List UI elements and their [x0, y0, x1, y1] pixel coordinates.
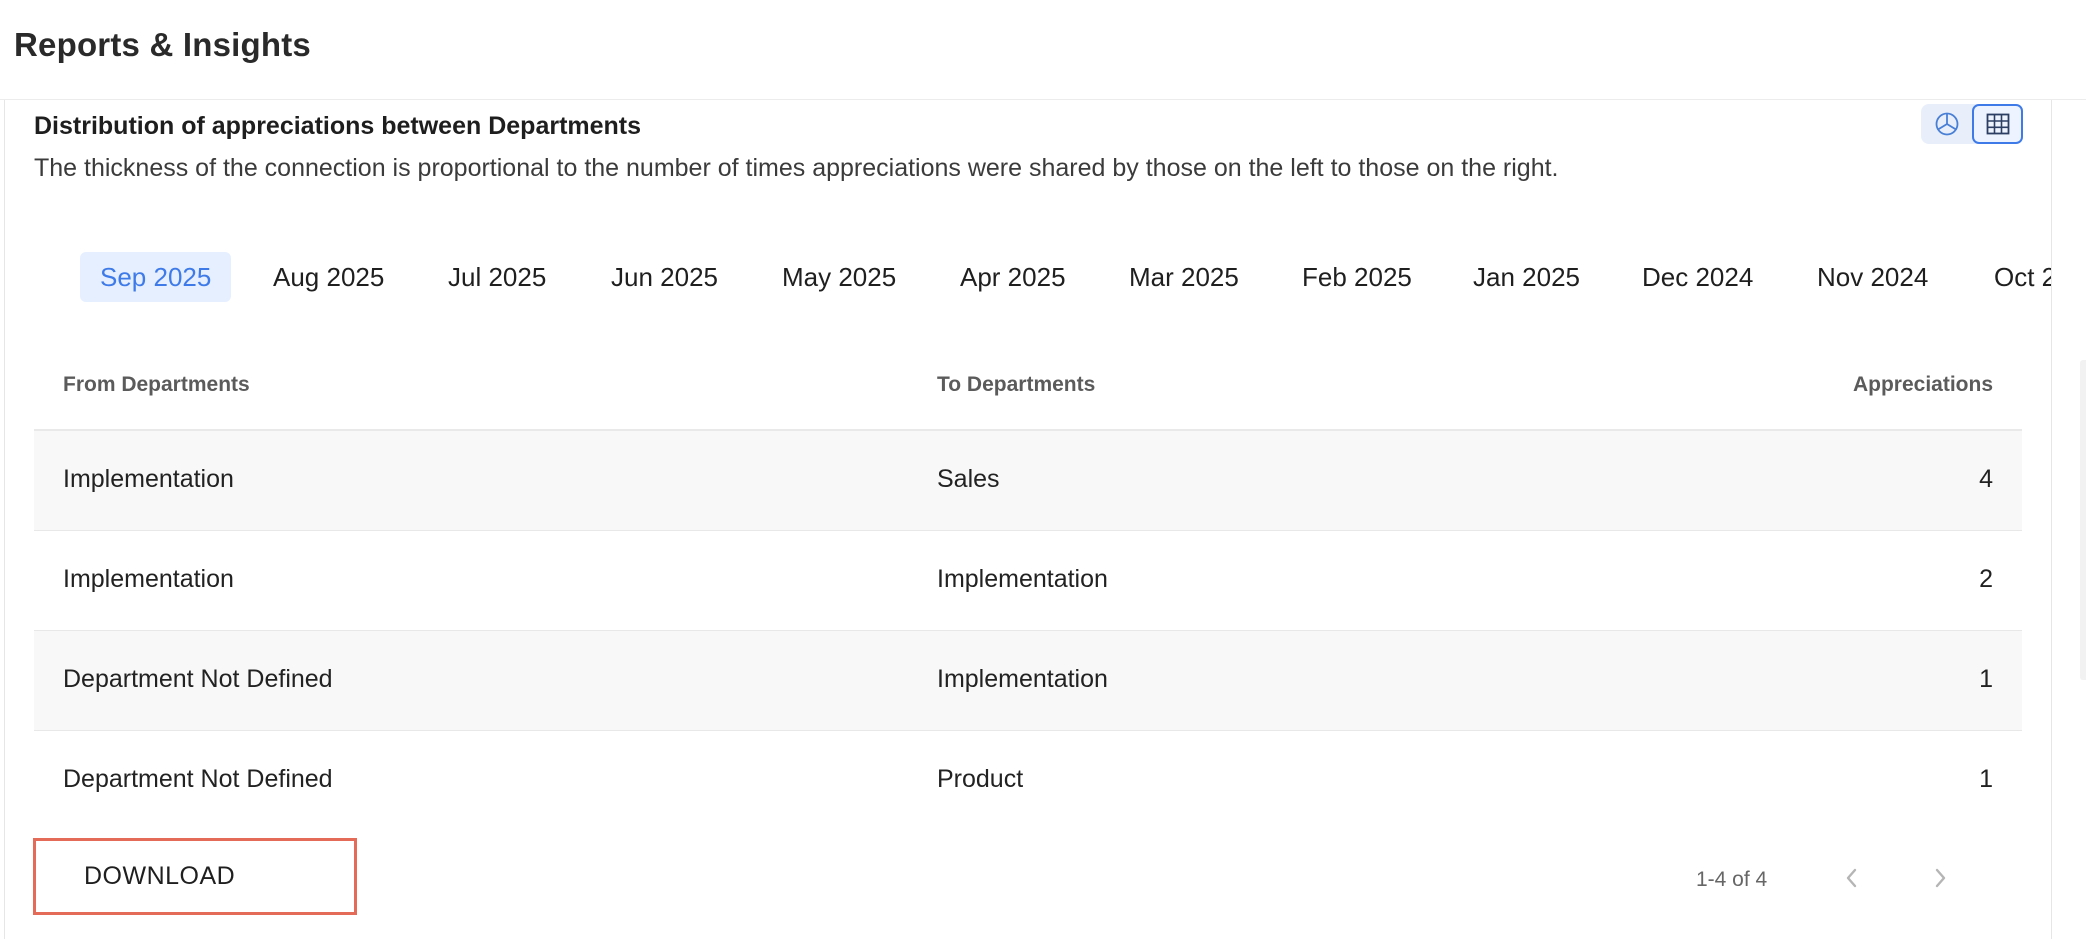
- cell-to: Sales: [937, 465, 1000, 493]
- cell-count: 4: [1979, 465, 1993, 493]
- tab-aug-2025[interactable]: Aug 2025: [253, 252, 404, 302]
- cell-from: Implementation: [63, 565, 234, 593]
- cell-to: Implementation: [937, 565, 1108, 593]
- header-from-departments[interactable]: From Departments: [63, 373, 250, 397]
- previous-page-button[interactable]: [1832, 858, 1872, 898]
- tab-apr-2025[interactable]: Apr 2025: [940, 252, 1086, 302]
- tab-jan-2025[interactable]: Jan 2025: [1453, 252, 1600, 302]
- tab-sep-2025[interactable]: Sep 2025: [80, 252, 232, 302]
- scroll-edge: [2080, 360, 2086, 680]
- table-grid-icon: [1986, 113, 2009, 135]
- cell-to: Implementation: [937, 665, 1108, 693]
- tab-nov-2024[interactable]: Nov 2024: [1797, 252, 1948, 302]
- page-title: Reports & Insights: [14, 26, 311, 63]
- header-to-departments[interactable]: To Departments: [937, 373, 1095, 397]
- cell-count: 2: [1979, 565, 1993, 593]
- chevron-right-icon: [1935, 868, 1946, 888]
- month-tabs: Sep 2025 Aug 2025 Jul 2025 Jun 2025 May …: [5, 248, 2051, 308]
- right-gutter: [2052, 100, 2086, 939]
- tab-mar-2025[interactable]: Mar 2025: [1109, 252, 1259, 302]
- cell-count: 1: [1979, 765, 1993, 793]
- pie-chart-icon: [1935, 112, 1958, 136]
- tab-jul-2025[interactable]: Jul 2025: [428, 252, 566, 302]
- cell-from: Department Not Defined: [63, 665, 333, 693]
- cell-from: Implementation: [63, 465, 234, 493]
- cell-from: Department Not Defined: [63, 765, 333, 793]
- table-view-button[interactable]: [1972, 104, 2023, 144]
- tab-may-2025[interactable]: May 2025: [762, 252, 916, 302]
- cell-to: Product: [937, 765, 1024, 793]
- pagination-range: 1-4 of 4: [1696, 868, 1768, 891]
- appreciations-table: From Departments To Departments Apprecia…: [34, 340, 2022, 831]
- table-header: From Departments To Departments Apprecia…: [34, 340, 2022, 431]
- table-row: Department Not Defined Product 1: [34, 731, 2022, 831]
- table-row: Department Not Defined Implementation 1: [34, 631, 2022, 731]
- tab-dec-2024[interactable]: Dec 2024: [1622, 252, 1773, 302]
- tab-jun-2025[interactable]: Jun 2025: [591, 252, 738, 302]
- chevron-left-icon: [1846, 868, 1857, 888]
- header-appreciations[interactable]: Appreciations: [1853, 373, 1993, 397]
- card-title: Distribution of appreciations between De…: [34, 112, 642, 140]
- next-page-button[interactable]: [1920, 858, 1960, 898]
- card-description: The thickness of the connection is propo…: [34, 154, 1559, 182]
- tab-feb-2025[interactable]: Feb 2025: [1282, 252, 1432, 302]
- pie-chart-view-button[interactable]: [1921, 104, 1972, 144]
- download-button[interactable]: DOWNLOAD: [33, 838, 357, 915]
- table-row: Implementation Sales 4: [34, 431, 2022, 531]
- cell-count: 1: [1979, 665, 1993, 693]
- view-toggle: [1921, 104, 2023, 144]
- tab-oct-2024[interactable]: Oct 2024: [1974, 252, 2051, 302]
- top-bar: Reports & Insights: [0, 0, 2086, 100]
- table-row: Implementation Implementation 2: [34, 531, 2022, 631]
